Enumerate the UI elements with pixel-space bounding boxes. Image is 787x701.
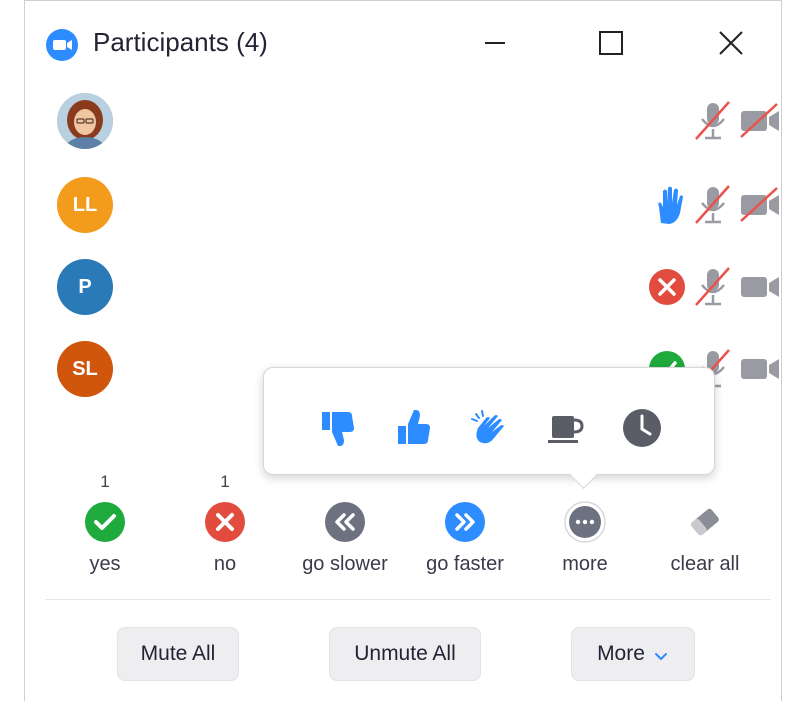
eraser-icon — [684, 501, 726, 543]
more-button-label: More — [597, 642, 645, 665]
mute-all-button[interactable]: Mute All — [117, 627, 239, 681]
video-off-icon[interactable] — [739, 99, 781, 148]
more-icon — [564, 501, 606, 543]
mic-muted-icon[interactable] — [693, 265, 733, 314]
feedback-count: 1 — [220, 472, 230, 491]
raised-hand-icon[interactable] — [651, 183, 687, 232]
feedback-count — [405, 471, 525, 493]
no-feedback-icon[interactable] — [647, 265, 687, 314]
window-title: Participants (4) — [93, 27, 268, 57]
participants-window: Participants (4) LL P SL 1 yes 1 no go s… — [24, 0, 782, 701]
x-icon — [204, 501, 246, 543]
feedback-label: more — [562, 553, 608, 575]
feedback-clear-all[interactable]: clear all — [645, 471, 765, 576]
participant-status — [645, 183, 781, 232]
mic-muted-icon[interactable] — [693, 183, 733, 232]
feedback-no[interactable]: 1 no — [165, 471, 285, 576]
video-off-icon[interactable] — [739, 183, 781, 232]
unmute-all-button[interactable]: Unmute All — [329, 627, 481, 681]
feedback-yes[interactable]: 1 yes — [45, 471, 165, 576]
avatar: P — [57, 259, 113, 315]
divider — [45, 599, 771, 600]
feedback-label: go slower — [302, 553, 388, 575]
feedback-label: clear all — [670, 553, 740, 575]
avatar: SL — [57, 341, 113, 397]
clap-icon[interactable] — [468, 406, 512, 450]
feedback-count: 1 — [100, 472, 110, 491]
participant-status — [641, 265, 781, 314]
feedback-label: no — [213, 553, 237, 575]
minimize-icon[interactable] — [473, 23, 517, 63]
close-icon[interactable] — [709, 23, 753, 63]
chevron-down-icon — [653, 646, 669, 662]
participant-row[interactable]: P — [25, 253, 781, 323]
maximize-icon[interactable] — [589, 23, 633, 63]
feedback-go-faster[interactable]: go faster — [405, 471, 525, 576]
feedback-more[interactable]: more — [525, 471, 645, 576]
coffee-icon[interactable] — [544, 406, 588, 450]
check-icon — [84, 501, 126, 543]
faster-icon — [444, 501, 486, 543]
feedback-count — [645, 471, 765, 493]
avatar: LL — [57, 177, 113, 233]
title-bar: Participants (4) — [25, 1, 781, 87]
feedback-bar: 1 yes 1 no go slower go faster more clea… — [25, 471, 781, 593]
slower-icon — [324, 501, 366, 543]
zoom-camera-icon — [45, 28, 79, 62]
feedback-popup — [263, 367, 715, 489]
video-icon[interactable] — [739, 265, 781, 314]
feedback-count — [525, 471, 645, 493]
video-icon[interactable] — [739, 347, 781, 396]
feedback-count — [285, 471, 405, 493]
thumbs-down-icon[interactable] — [316, 406, 360, 450]
more-button[interactable]: More — [571, 627, 695, 681]
feedback-label: yes — [89, 553, 121, 575]
participant-status — [687, 99, 781, 148]
feedback-go-slower[interactable]: go slower — [285, 471, 405, 576]
avatar — [57, 93, 113, 149]
clock-icon[interactable] — [620, 406, 664, 450]
participant-row[interactable]: LL — [25, 171, 781, 241]
mic-muted-icon[interactable] — [693, 99, 733, 148]
participant-row[interactable] — [25, 87, 781, 157]
feedback-label: go faster — [426, 553, 504, 575]
thumbs-up-icon[interactable] — [392, 406, 436, 450]
